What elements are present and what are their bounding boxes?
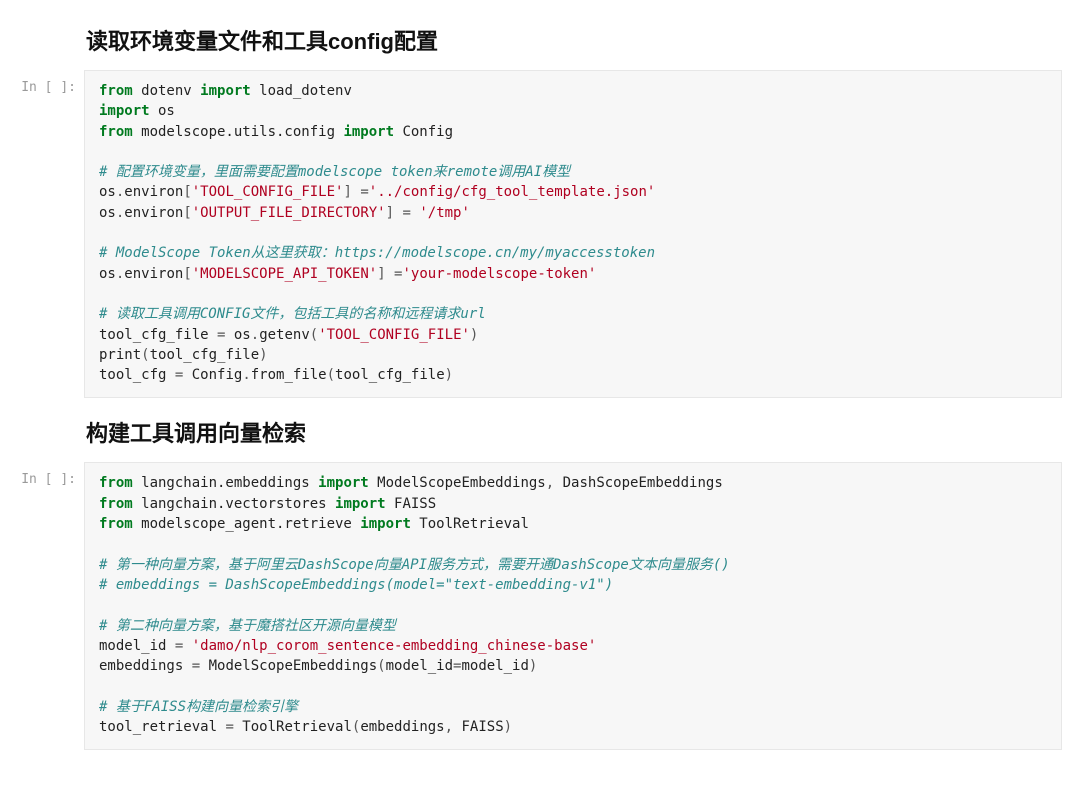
token-com: # ModelScope Token从这里获取：https://modelsco… [99, 245, 655, 261]
token-op: . [251, 327, 259, 343]
token-com: # 基于FAISS构建向量检索引擎 [99, 699, 298, 715]
token-nm: tool_cfg_file [150, 347, 260, 363]
code-cell-1: In [ ]: from dotenv import load_dotenv i… [0, 70, 1062, 398]
token-op: [ [183, 184, 191, 200]
token-nm: FAISS [461, 719, 503, 735]
token-kw: from [99, 83, 133, 99]
token-nm: modelscope.utils.config [133, 124, 344, 140]
token-nm: dotenv [133, 83, 200, 99]
token-nm: model_id [99, 638, 175, 654]
token-nm: DashScopeEmbeddings [563, 475, 723, 491]
token-nm: embeddings [360, 719, 444, 735]
token-op: ) [445, 367, 453, 383]
token-op: ] = [386, 205, 420, 221]
token-nm: modelscope_agent.retrieve [133, 516, 361, 532]
code-cell-2: In [ ]: from langchain.embeddings import… [0, 462, 1062, 750]
token-str: 'OUTPUT_FILE_DIRECTORY' [192, 205, 386, 221]
token-nm: os [99, 205, 116, 221]
token-nm: FAISS [386, 496, 437, 512]
token-op: ( [352, 719, 360, 735]
token-str: 'your-modelscope-token' [402, 266, 596, 282]
token-com: # embeddings = DashScopeEmbeddings(model… [99, 577, 613, 593]
token-str: 'TOOL_CONFIG_FILE' [192, 184, 344, 200]
token-str: 'damo/nlp_corom_sentence-embedding_chine… [192, 638, 597, 654]
token-com: # 第二种向量方案，基于魔搭社区开源向量模型 [99, 618, 396, 634]
token-com: # 读取工具调用CONFIG文件，包括工具的名称和远程请求url [99, 306, 486, 322]
notebook-container: 读取环境变量文件和工具config配置 In [ ]: from dotenv … [0, 0, 1080, 792]
token-op: ( [327, 367, 335, 383]
token-kw: from [99, 496, 133, 512]
token-kw: import [335, 496, 386, 512]
token-op: ) [259, 347, 267, 363]
token-str: 'MODELSCOPE_API_TOKEN' [192, 266, 377, 282]
token-com: # 配置环境变量，里面需要配置modelscope token来remote调用… [99, 164, 570, 180]
token-nm: ModelScopeEmbeddings [200, 658, 377, 674]
token-kw: import [318, 475, 369, 491]
token-str: '../config/cfg_tool_template.json' [369, 184, 656, 200]
token-op: [ [183, 266, 191, 282]
token-op: ] = [377, 266, 402, 282]
token-nm: tool_cfg_file [99, 327, 217, 343]
token-nm: Config [394, 124, 453, 140]
token-nm: embeddings [99, 658, 192, 674]
input-prompt-2: In [ ]: [0, 462, 84, 487]
token-nm: environ [124, 184, 183, 200]
token-op: = [225, 719, 233, 735]
token-nm: tool_cfg [99, 367, 175, 383]
token-kw: from [99, 516, 133, 532]
token-kw: import [99, 103, 150, 119]
token-op: ) [529, 658, 537, 674]
token-com: # 第一种向量方案，基于阿里云DashScope向量API服务方式，需要开通Da… [99, 557, 730, 573]
token-kw: import [343, 124, 394, 140]
token-nm: tool_cfg_file [335, 367, 445, 383]
token-nm: model_id [461, 658, 528, 674]
token-nm: os [225, 327, 250, 343]
token-nm: ToolRetrieval [234, 719, 352, 735]
token-op: ] = [343, 184, 368, 200]
token-nm: os [99, 266, 116, 282]
section-heading-2: 构建工具调用向量检索 [86, 416, 1080, 448]
token-op: ( [310, 327, 318, 343]
token-nm: os [99, 184, 116, 200]
token-kw: from [99, 475, 133, 491]
code-input-2[interactable]: from langchain.embeddings import ModelSc… [84, 462, 1062, 750]
token-nm [183, 638, 191, 654]
token-op: ( [377, 658, 385, 674]
token-kw: import [360, 516, 411, 532]
token-op: , [445, 719, 462, 735]
token-op: = [192, 658, 200, 674]
token-nm: langchain.embeddings [133, 475, 318, 491]
token-op: ( [141, 347, 149, 363]
token-nm: ModelScopeEmbeddings [369, 475, 546, 491]
token-nm: tool_retrieval [99, 719, 225, 735]
token-op: ) [504, 719, 512, 735]
token-fn: getenv [259, 327, 310, 343]
input-prompt-1: In [ ]: [0, 70, 84, 95]
token-nm: langchain.vectorstores [133, 496, 335, 512]
token-str: '/tmp' [419, 205, 470, 221]
section-heading-1: 读取环境变量文件和工具config配置 [86, 24, 1080, 56]
token-nm: Config [183, 367, 242, 383]
token-nm: model_id [386, 658, 453, 674]
token-nm: environ [124, 205, 183, 221]
token-nm: environ [124, 266, 183, 282]
token-op: ) [470, 327, 478, 343]
token-nm: load_dotenv [251, 83, 352, 99]
token-op: . [242, 367, 250, 383]
token-nm: os [150, 103, 175, 119]
token-kw: import [200, 83, 251, 99]
token-op: [ [183, 205, 191, 221]
token-nm: ToolRetrieval [411, 516, 529, 532]
code-input-1[interactable]: from dotenv import load_dotenv import os… [84, 70, 1062, 398]
token-fn: print [99, 347, 141, 363]
token-fn: from_file [251, 367, 327, 383]
token-str: 'TOOL_CONFIG_FILE' [318, 327, 470, 343]
token-kw: from [99, 124, 133, 140]
token-op: , [546, 475, 563, 491]
